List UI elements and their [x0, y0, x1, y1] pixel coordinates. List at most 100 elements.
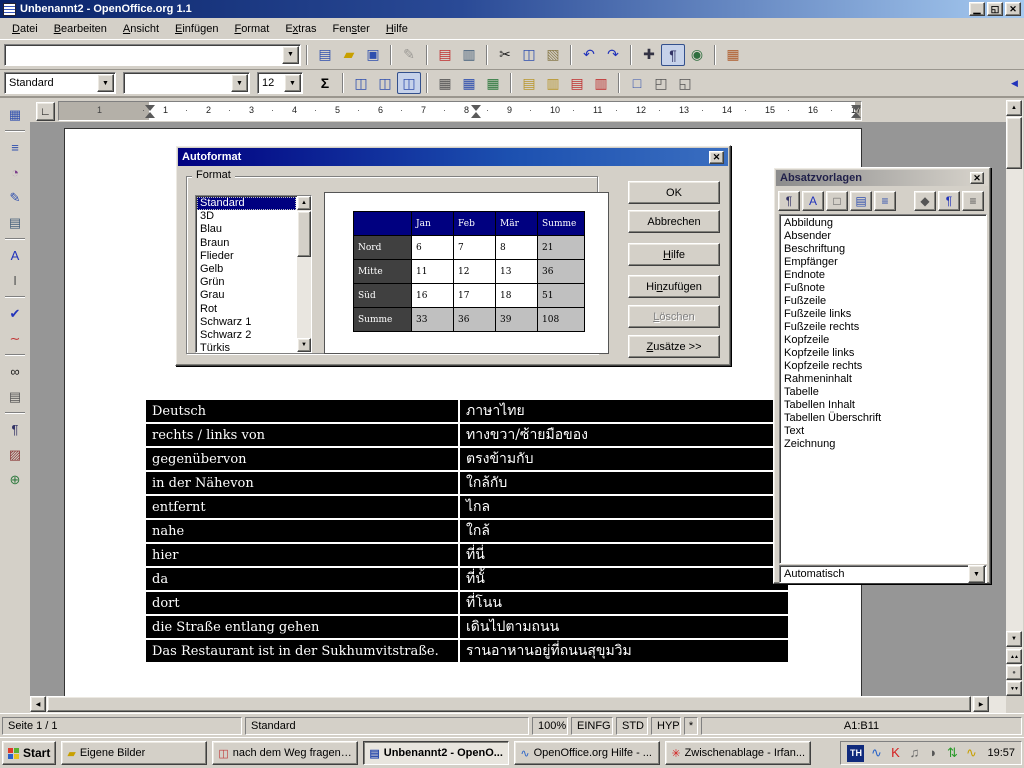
tablet-icon[interactable]: ∿	[963, 745, 979, 761]
add-button[interactable]: Hinzufügen	[628, 275, 720, 298]
style-item[interactable]: Fußnote	[782, 282, 986, 295]
font-dropdown-icon[interactable]: ▼	[231, 74, 248, 92]
autotext-icon[interactable]: A	[2, 243, 29, 268]
close-button[interactable]: ✕	[1005, 2, 1021, 16]
table-column-marker[interactable]	[471, 105, 481, 118]
borders-icon[interactable]: ◰	[649, 72, 673, 94]
mouse-settings-icon[interactable]: ◗	[925, 745, 941, 761]
navigator-icon[interactable]: ✚	[637, 44, 661, 66]
taskbar-task[interactable]: ◫nach dem Weg fragen ...	[212, 741, 358, 765]
format-option[interactable]: Türkis	[197, 342, 296, 351]
clock[interactable]: 19:57	[987, 747, 1015, 759]
redo-icon[interactable]: ↷	[601, 44, 625, 66]
form-functions-icon[interactable]: ▤	[2, 210, 29, 235]
table-cell-german[interactable]: nahe	[145, 519, 459, 543]
style-item[interactable]: Fußzeile	[782, 295, 986, 308]
style-item[interactable]: Tabellen Überschrift	[782, 412, 986, 425]
table-cell-thai[interactable]: ตรงข้ามกับ	[459, 447, 789, 471]
more-button[interactable]: Zusätze >>	[628, 335, 720, 358]
menu-fenster[interactable]: Fenster	[325, 20, 378, 38]
navigation-dot-icon[interactable]: ●	[1006, 665, 1022, 680]
format-option[interactable]: 3D	[197, 210, 296, 223]
new-document-icon[interactable]: ▤	[313, 44, 337, 66]
graphics-toggle-icon[interactable]: ▨	[2, 442, 29, 467]
list-scroll-down-icon[interactable]: ▼	[297, 338, 311, 352]
next-page-icon[interactable]: ▼▼	[1006, 681, 1022, 696]
table-borders-icon[interactable]: ▦	[433, 72, 457, 94]
table-cell-thai[interactable]: รานอาหานอยู่ที่ถนนสุขุมวิม	[459, 639, 789, 663]
menu-bearbeiten[interactable]: Bearbeiten	[46, 20, 115, 38]
new-style-from-selection-icon[interactable]: ¶	[938, 191, 960, 211]
start-button[interactable]: Start	[2, 741, 56, 765]
vertical-scroll-thumb[interactable]	[1006, 117, 1022, 169]
format-list-scrollbar[interactable]: ▲ ▼	[297, 196, 311, 352]
antivirus-icon[interactable]: K	[887, 745, 903, 761]
find-replace-icon[interactable]: ∞	[2, 359, 29, 384]
previous-page-icon[interactable]: ▲▲	[1006, 649, 1022, 664]
style-item[interactable]: Beschriftung	[782, 243, 986, 256]
horizontal-scroll-thumb[interactable]	[47, 696, 971, 712]
format-option[interactable]: Flieder	[197, 250, 296, 263]
export-pdf-icon[interactable]: ▤	[433, 44, 457, 66]
font-name-combobox[interactable]: ▼	[123, 72, 250, 94]
line-style-icon[interactable]: ◱	[673, 72, 697, 94]
list-scroll-thumb[interactable]	[297, 211, 311, 257]
insert-fields-icon[interactable]: ≡	[2, 135, 29, 160]
size-dropdown-icon[interactable]: ▼	[284, 74, 301, 92]
insert-column-icon[interactable]: ▥	[541, 72, 565, 94]
page-styles-icon[interactable]: ▤	[850, 191, 872, 211]
stylist-close-icon[interactable]: ✕	[970, 172, 984, 184]
style-item[interactable]: Endnote	[782, 269, 986, 282]
split-cells-icon[interactable]: ◫	[373, 72, 397, 94]
style-item[interactable]: Absender	[782, 230, 986, 243]
delete-column-icon[interactable]: ▥	[589, 72, 613, 94]
copy-icon[interactable]: ◫	[517, 44, 541, 66]
numbering-styles-icon[interactable]: ≡	[874, 191, 896, 211]
character-styles-icon[interactable]: A	[802, 191, 824, 211]
style-item[interactable]: Tabellen Inhalt	[782, 399, 986, 412]
status-hyperlink-mode[interactable]: HYP	[651, 717, 681, 735]
table-cell-german[interactable]: gegenübervon	[145, 447, 459, 471]
minimize-button[interactable]: ▁	[969, 2, 985, 16]
open-folder-icon[interactable]: ▰	[337, 44, 361, 66]
horizontal-scrollbar[interactable]: ◀ ▶	[30, 696, 1006, 713]
style-item[interactable]: Kopfzeile links	[782, 347, 986, 360]
nonprinting-characters-icon[interactable]: ¶	[2, 417, 29, 442]
list-scroll-up-icon[interactable]: ▲	[297, 196, 311, 210]
taskbar-task[interactable]: ▤Unbenannt2 - OpenO...	[363, 741, 509, 765]
table-cell-german[interactable]: dort	[145, 591, 459, 615]
stylist-icon[interactable]: ¶	[661, 44, 685, 66]
restore-button[interactable]: ◱	[987, 2, 1003, 16]
fill-format-mode-icon[interactable]: ◆	[914, 191, 936, 211]
format-option[interactable]: Rot	[197, 303, 296, 316]
direct-cursor-icon[interactable]: I	[2, 268, 29, 293]
table-cell-german[interactable]: rechts / links von	[145, 423, 459, 447]
scroll-up-icon[interactable]: ▲	[1006, 100, 1022, 116]
title-bar[interactable]: Unbenannt2 - OpenOffice.org 1.1 ▁ ◱ ✕	[0, 0, 1024, 18]
menu-extras[interactable]: Extras	[277, 20, 324, 38]
style-item[interactable]: Zeichnung	[782, 438, 986, 451]
stylist-style-list[interactable]: AbbildungAbsenderBeschriftungEmpfängerEn…	[779, 214, 987, 564]
autospellcheck-icon[interactable]: ∼	[2, 326, 29, 351]
paragraph-styles-icon[interactable]: ¶	[778, 191, 800, 211]
filter-dropdown-icon[interactable]: ▼	[968, 565, 985, 583]
style-dropdown-icon[interactable]: ▼	[97, 74, 114, 92]
volume-icon[interactable]: ♫	[906, 745, 922, 761]
tab-type-button[interactable]: ∟	[36, 102, 55, 121]
table-cell-thai[interactable]: ทางขวา/ซ้ายมือของ	[459, 423, 789, 447]
data-sources-icon[interactable]: ▤	[2, 384, 29, 409]
help-button[interactable]: Hilfe	[628, 243, 720, 266]
table-autoformat-icon[interactable]: ▦	[481, 72, 505, 94]
table-cell-thai[interactable]: ที่นี่	[459, 543, 789, 567]
style-item[interactable]: Text	[782, 425, 986, 438]
draw-functions-icon[interactable]: ✎	[2, 185, 29, 210]
format-listbox[interactable]: Standard3DBlauBraunFliederGelbGrünGrauRo…	[195, 195, 312, 353]
table-cell-german[interactable]: hier	[145, 543, 459, 567]
style-filter-value[interactable]: Automatisch	[780, 568, 968, 580]
format-option[interactable]: Grau	[197, 289, 296, 302]
paragraph-style-value[interactable]: Standard	[5, 77, 97, 89]
style-item[interactable]: Kopfzeile	[782, 334, 986, 347]
spellcheck-icon[interactable]: ✔	[2, 301, 29, 326]
table-cell-thai[interactable]: เดินไปตามถนน	[459, 615, 789, 639]
style-item[interactable]: Abbildung	[782, 217, 986, 230]
